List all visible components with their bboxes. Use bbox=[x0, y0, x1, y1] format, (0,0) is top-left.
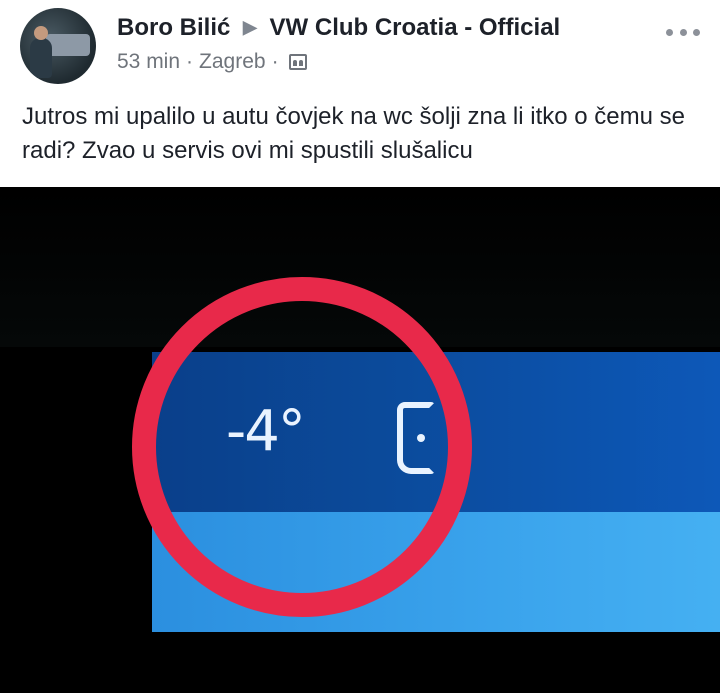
person-head bbox=[34, 26, 48, 40]
post-meta: 53 min · Zagreb · bbox=[117, 50, 307, 74]
post-header: Boro Bilić ▶ VW Club Croatia - Official … bbox=[0, 0, 720, 90]
person-image bbox=[30, 38, 52, 78]
avatar[interactable] bbox=[20, 8, 96, 84]
group-name[interactable]: VW Club Croatia - Official bbox=[270, 14, 561, 41]
separator-dot: · bbox=[186, 50, 194, 73]
post-time[interactable]: 53 min bbox=[117, 50, 180, 74]
dot bbox=[693, 28, 700, 36]
group-audience-icon bbox=[288, 54, 307, 70]
photo-bottom-dark bbox=[0, 632, 720, 693]
post-location[interactable]: Zagreb bbox=[199, 50, 266, 74]
highlight-circle bbox=[132, 277, 472, 617]
author-name[interactable]: Boro Bilić bbox=[117, 14, 230, 41]
arrow-icon: ▶ bbox=[243, 17, 257, 37]
author-line: Boro Bilić ▶ VW Club Croatia - Official bbox=[117, 14, 560, 42]
car-image bbox=[46, 34, 90, 56]
dot bbox=[666, 28, 673, 36]
dot bbox=[679, 28, 687, 36]
more-options-icon[interactable] bbox=[666, 24, 700, 40]
separator-dot: · bbox=[271, 50, 279, 73]
post-text: Jutros mi upalilo u autu čovjek na wc šo… bbox=[22, 103, 685, 164]
post-photo[interactable]: -4° bbox=[0, 187, 720, 693]
